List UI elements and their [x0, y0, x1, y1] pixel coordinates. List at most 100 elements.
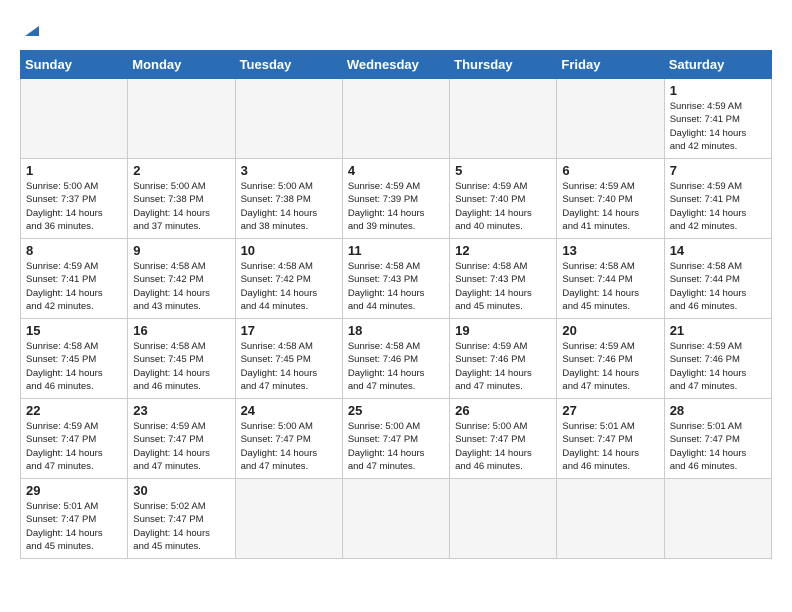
calendar-cell: 4 Sunrise: 4:59 AMSunset: 7:39 PMDayligh… [342, 159, 449, 239]
day-info: Sunrise: 5:01 AMSunset: 7:47 PMDaylight:… [670, 420, 766, 473]
header-cell-saturday: Saturday [664, 51, 771, 79]
day-info: Sunrise: 5:00 AMSunset: 7:47 PMDaylight:… [348, 420, 444, 473]
day-number: 21 [670, 323, 766, 338]
header [20, 20, 772, 40]
calendar-cell [342, 479, 449, 559]
calendar-week-5: 22 Sunrise: 4:59 AMSunset: 7:47 PMDaylig… [21, 399, 772, 479]
day-info: Sunrise: 4:58 AMSunset: 7:45 PMDaylight:… [133, 340, 229, 393]
day-number: 25 [348, 403, 444, 418]
day-number: 5 [455, 163, 551, 178]
calendar-week-2: 1 Sunrise: 5:00 AMSunset: 7:37 PMDayligh… [21, 159, 772, 239]
calendar-cell: 14 Sunrise: 4:58 AMSunset: 7:44 PMDaylig… [664, 239, 771, 319]
calendar-cell [450, 479, 557, 559]
calendar-cell: 1 Sunrise: 4:59 AMSunset: 7:41 PMDayligh… [664, 79, 771, 159]
header-cell-sunday: Sunday [21, 51, 128, 79]
calendar-cell: 18 Sunrise: 4:58 AMSunset: 7:46 PMDaylig… [342, 319, 449, 399]
day-info: Sunrise: 4:58 AMSunset: 7:43 PMDaylight:… [455, 260, 551, 313]
day-number: 18 [348, 323, 444, 338]
day-number: 2 [133, 163, 229, 178]
calendar-cell: 23 Sunrise: 4:59 AMSunset: 7:47 PMDaylig… [128, 399, 235, 479]
calendar-cell [235, 479, 342, 559]
calendar-cell: 29 Sunrise: 5:01 AMSunset: 7:47 PMDaylig… [21, 479, 128, 559]
day-number: 1 [26, 163, 122, 178]
day-info: Sunrise: 4:59 AMSunset: 7:41 PMDaylight:… [670, 180, 766, 233]
calendar-cell: 22 Sunrise: 4:59 AMSunset: 7:47 PMDaylig… [21, 399, 128, 479]
day-number: 19 [455, 323, 551, 338]
calendar-cell: 2 Sunrise: 5:00 AMSunset: 7:38 PMDayligh… [128, 159, 235, 239]
day-info: Sunrise: 4:59 AMSunset: 7:47 PMDaylight:… [26, 420, 122, 473]
calendar-week-4: 15 Sunrise: 4:58 AMSunset: 7:45 PMDaylig… [21, 319, 772, 399]
header-cell-wednesday: Wednesday [342, 51, 449, 79]
calendar-cell: 16 Sunrise: 4:58 AMSunset: 7:45 PMDaylig… [128, 319, 235, 399]
header-cell-thursday: Thursday [450, 51, 557, 79]
calendar-week-6: 29 Sunrise: 5:01 AMSunset: 7:47 PMDaylig… [21, 479, 772, 559]
day-number: 4 [348, 163, 444, 178]
day-info: Sunrise: 4:58 AMSunset: 7:42 PMDaylight:… [133, 260, 229, 313]
header-cell-tuesday: Tuesday [235, 51, 342, 79]
day-number: 23 [133, 403, 229, 418]
day-number: 30 [133, 483, 229, 498]
calendar-cell: 24 Sunrise: 5:00 AMSunset: 7:47 PMDaylig… [235, 399, 342, 479]
day-number: 28 [670, 403, 766, 418]
day-number: 27 [562, 403, 658, 418]
day-number: 14 [670, 243, 766, 258]
day-info: Sunrise: 5:00 AMSunset: 7:38 PMDaylight:… [241, 180, 337, 233]
calendar-cell: 17 Sunrise: 4:58 AMSunset: 7:45 PMDaylig… [235, 319, 342, 399]
day-info: Sunrise: 5:00 AMSunset: 7:38 PMDaylight:… [133, 180, 229, 233]
calendar-cell: 10 Sunrise: 4:58 AMSunset: 7:42 PMDaylig… [235, 239, 342, 319]
day-number: 15 [26, 323, 122, 338]
day-number: 26 [455, 403, 551, 418]
day-info: Sunrise: 4:59 AMSunset: 7:47 PMDaylight:… [133, 420, 229, 473]
calendar-cell: 12 Sunrise: 4:58 AMSunset: 7:43 PMDaylig… [450, 239, 557, 319]
day-info: Sunrise: 5:00 AMSunset: 7:37 PMDaylight:… [26, 180, 122, 233]
day-number: 12 [455, 243, 551, 258]
day-info: Sunrise: 5:02 AMSunset: 7:47 PMDaylight:… [133, 500, 229, 553]
calendar-week-3: 8 Sunrise: 4:59 AMSunset: 7:41 PMDayligh… [21, 239, 772, 319]
day-info: Sunrise: 4:59 AMSunset: 7:40 PMDaylight:… [455, 180, 551, 233]
calendar-cell [557, 79, 664, 159]
day-number: 24 [241, 403, 337, 418]
day-number: 7 [670, 163, 766, 178]
calendar-cell: 27 Sunrise: 5:01 AMSunset: 7:47 PMDaylig… [557, 399, 664, 479]
day-info: Sunrise: 4:58 AMSunset: 7:45 PMDaylight:… [241, 340, 337, 393]
logo [20, 20, 41, 40]
calendar-week-1: 1 Sunrise: 4:59 AMSunset: 7:41 PMDayligh… [21, 79, 772, 159]
day-info: Sunrise: 4:59 AMSunset: 7:46 PMDaylight:… [670, 340, 766, 393]
calendar-cell [664, 479, 771, 559]
day-number: 10 [241, 243, 337, 258]
calendar-cell: 3 Sunrise: 5:00 AMSunset: 7:38 PMDayligh… [235, 159, 342, 239]
day-number: 13 [562, 243, 658, 258]
calendar-table: SundayMondayTuesdayWednesdayThursdayFrid… [20, 50, 772, 559]
header-cell-friday: Friday [557, 51, 664, 79]
day-info: Sunrise: 4:58 AMSunset: 7:44 PMDaylight:… [562, 260, 658, 313]
day-number: 8 [26, 243, 122, 258]
day-number: 22 [26, 403, 122, 418]
day-number: 9 [133, 243, 229, 258]
calendar-cell: 30 Sunrise: 5:02 AMSunset: 7:47 PMDaylig… [128, 479, 235, 559]
day-number: 3 [241, 163, 337, 178]
day-info: Sunrise: 4:58 AMSunset: 7:44 PMDaylight:… [670, 260, 766, 313]
calendar-cell [128, 79, 235, 159]
day-info: Sunrise: 4:59 AMSunset: 7:40 PMDaylight:… [562, 180, 658, 233]
day-number: 6 [562, 163, 658, 178]
calendar-header-row: SundayMondayTuesdayWednesdayThursdayFrid… [21, 51, 772, 79]
calendar-cell: 1 Sunrise: 5:00 AMSunset: 7:37 PMDayligh… [21, 159, 128, 239]
day-number: 29 [26, 483, 122, 498]
calendar-cell: 28 Sunrise: 5:01 AMSunset: 7:47 PMDaylig… [664, 399, 771, 479]
calendar-cell [235, 79, 342, 159]
day-info: Sunrise: 4:58 AMSunset: 7:46 PMDaylight:… [348, 340, 444, 393]
day-number: 16 [133, 323, 229, 338]
day-info: Sunrise: 4:59 AMSunset: 7:41 PMDaylight:… [670, 100, 766, 153]
day-info: Sunrise: 4:59 AMSunset: 7:46 PMDaylight:… [455, 340, 551, 393]
calendar-cell: 8 Sunrise: 4:59 AMSunset: 7:41 PMDayligh… [21, 239, 128, 319]
calendar-cell [342, 79, 449, 159]
day-number: 20 [562, 323, 658, 338]
day-info: Sunrise: 4:58 AMSunset: 7:42 PMDaylight:… [241, 260, 337, 313]
day-number: 11 [348, 243, 444, 258]
day-info: Sunrise: 4:59 AMSunset: 7:41 PMDaylight:… [26, 260, 122, 313]
calendar-cell: 6 Sunrise: 4:59 AMSunset: 7:40 PMDayligh… [557, 159, 664, 239]
day-info: Sunrise: 5:01 AMSunset: 7:47 PMDaylight:… [26, 500, 122, 553]
day-number: 1 [670, 83, 766, 98]
calendar-cell: 13 Sunrise: 4:58 AMSunset: 7:44 PMDaylig… [557, 239, 664, 319]
calendar-cell: 25 Sunrise: 5:00 AMSunset: 7:47 PMDaylig… [342, 399, 449, 479]
